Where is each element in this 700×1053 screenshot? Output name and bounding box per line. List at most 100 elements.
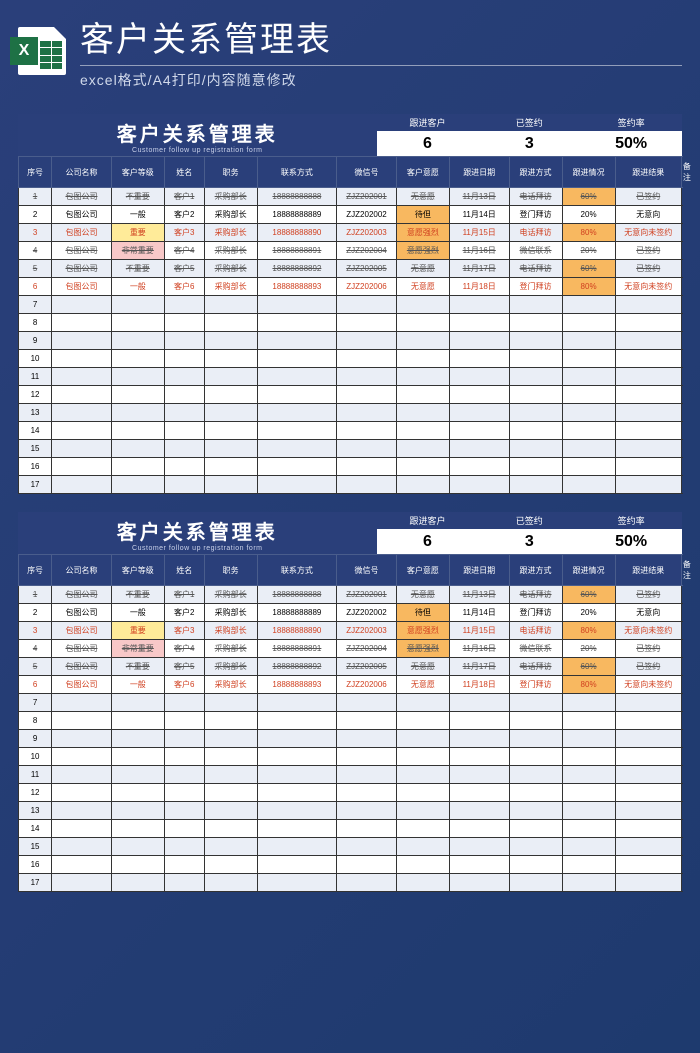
cell-empty [337,314,397,332]
cell-empty [509,838,562,856]
column-header: 职务 [204,555,257,586]
stat-block-1: 已签约3 [478,114,580,156]
cell-empty [396,712,449,730]
table-row-empty: 14 [19,422,682,440]
cell-empty [204,766,257,784]
cell-phone: 18888888893 [257,278,337,296]
cell-empty [509,476,562,494]
cell-phone: 18888888892 [257,260,337,278]
cell-empty [52,766,112,784]
cell-empty [509,730,562,748]
cell-empty [615,712,681,730]
cell-method: 电话拜访 [509,188,562,206]
cell-empty [111,476,164,494]
cell-empty [204,314,257,332]
table-row: 2包图公司一般客户2采购部长18888888889ZJZ202002待但11月1… [19,604,682,622]
cell-wx: ZJZ202004 [337,242,397,260]
cell-job: 采购部长 [204,622,257,640]
cell-empty [111,766,164,784]
cell-name: 客户6 [164,676,204,694]
cell-no: 5 [19,260,52,278]
cell-empty [52,350,112,368]
cell-empty [509,458,562,476]
cell-name: 客户4 [164,242,204,260]
cell-empty [52,874,112,892]
cell-empty [111,784,164,802]
cell-empty: 14 [19,820,52,838]
cell-method: 登门拜访 [509,604,562,622]
column-header: 跟进方式 [509,157,562,188]
cell-level: 一般 [111,206,164,224]
cell-empty [164,404,204,422]
cell-empty [615,422,681,440]
table-row-empty: 12 [19,386,682,404]
cell-empty [562,748,615,766]
table-row: 1包图公司不重要客户1采购部长18888888888ZJZ202001无意愿11… [19,188,682,206]
cell-job: 采购部长 [204,206,257,224]
cell-level: 不重要 [111,260,164,278]
cell-empty [52,314,112,332]
cell-empty [164,730,204,748]
table-row: 3包图公司重要客户3采购部长18888888890ZJZ202003意愿强烈11… [19,224,682,242]
cell-level: 重要 [111,224,164,242]
cell-empty: 10 [19,350,52,368]
cell-empty [615,386,681,404]
cell-empty [52,784,112,802]
cell-empty [204,422,257,440]
cell-progress: 20% [562,604,615,622]
cell-company: 包图公司 [52,658,112,676]
cell-empty [257,730,337,748]
cell-empty [562,712,615,730]
cell-empty [562,368,615,386]
column-header: 公司名称 [52,157,112,188]
cell-empty [509,422,562,440]
cell-date: 11月17日 [449,658,509,676]
cell-will: 意愿强烈 [396,622,449,640]
cell-empty [111,874,164,892]
cell-empty: 16 [19,458,52,476]
cell-method: 电话拜访 [509,224,562,242]
cell-empty [396,368,449,386]
cell-empty [52,440,112,458]
cell-phone: 18888888892 [257,658,337,676]
cell-empty [164,296,204,314]
cell-empty [204,368,257,386]
table-row-empty: 10 [19,748,682,766]
cell-empty [257,440,337,458]
cell-company: 包图公司 [52,206,112,224]
cell-empty [164,748,204,766]
cell-empty [257,386,337,404]
cell-empty [449,820,509,838]
cell-empty [562,440,615,458]
cell-level: 一般 [111,278,164,296]
cell-result: 无意向未签约 [615,676,681,694]
cell-empty [52,820,112,838]
cell-empty [562,404,615,422]
cell-empty [449,476,509,494]
cell-level: 一般 [111,676,164,694]
cell-company: 包图公司 [52,278,112,296]
cell-empty [562,856,615,874]
cell-empty [204,802,257,820]
cell-job: 采购部长 [204,676,257,694]
cell-empty [509,368,562,386]
cell-empty [396,802,449,820]
cell-empty [449,712,509,730]
cell-empty [509,820,562,838]
cell-empty [449,766,509,784]
cell-empty [111,314,164,332]
cell-empty [509,766,562,784]
cell-company: 包图公司 [52,260,112,278]
table-row-empty: 15 [19,440,682,458]
cell-empty [257,332,337,350]
table-row-empty: 7 [19,694,682,712]
cell-name: 客户1 [164,188,204,206]
column-header: 联系方式 [257,157,337,188]
cell-no: 4 [19,242,52,260]
column-header: 跟进日期 [449,555,509,586]
cell-empty: 13 [19,802,52,820]
cell-no: 6 [19,278,52,296]
cell-empty [111,350,164,368]
excel-x-letter: X [10,37,38,65]
cell-empty [615,856,681,874]
